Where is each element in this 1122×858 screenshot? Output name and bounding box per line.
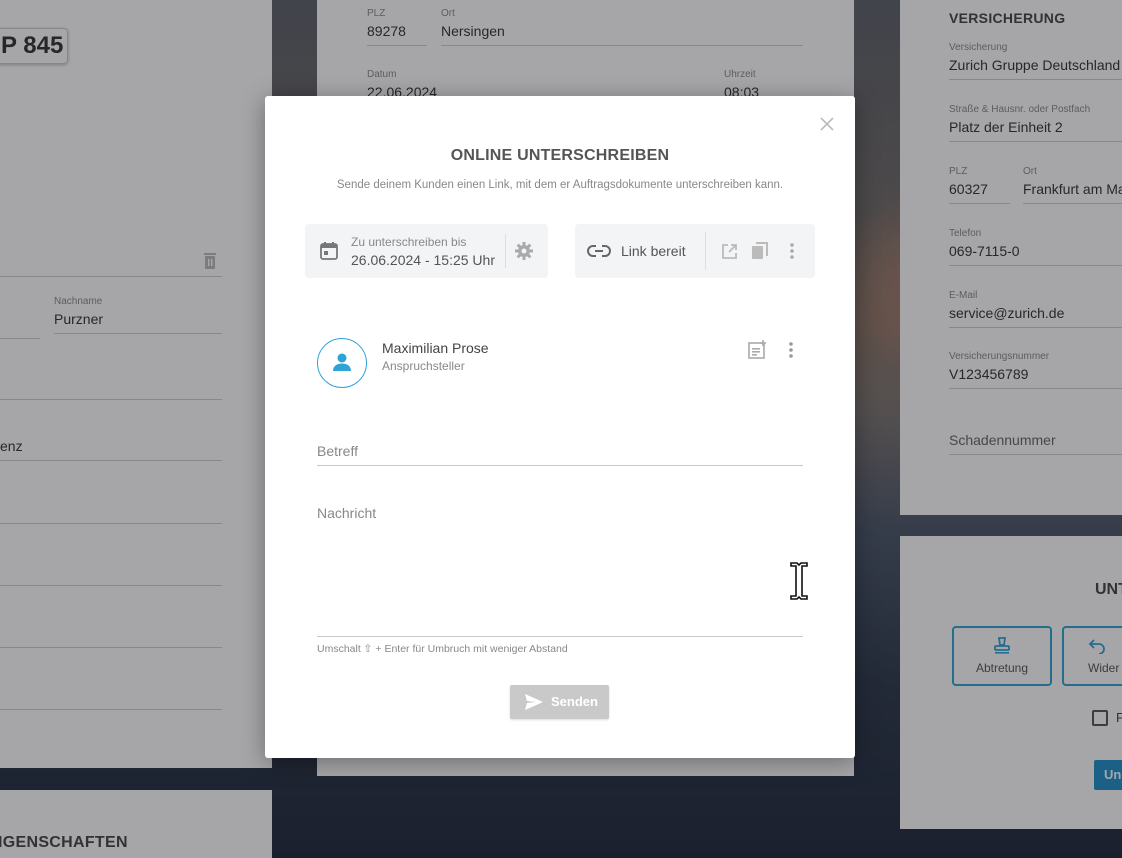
nachricht-textarea[interactable]: Nachricht xyxy=(317,498,803,637)
person-icon xyxy=(333,353,351,371)
nachricht-placeholder: Nachricht xyxy=(317,505,377,521)
betreff-placeholder: Betreff xyxy=(317,443,358,459)
send-label: Senden xyxy=(551,694,598,709)
deadline-label: Zu unterschreiben bis xyxy=(351,235,467,249)
signer-role: Anspruchsteller xyxy=(382,359,465,373)
link-box: Link bereit xyxy=(575,224,815,278)
add-document-icon[interactable] xyxy=(747,340,767,360)
gear-icon[interactable] xyxy=(514,241,534,261)
link-status: Link bereit xyxy=(621,243,686,259)
modal-subtitle: Sende deinem Kunden einen Link, mit dem … xyxy=(336,179,784,191)
divider xyxy=(505,234,506,268)
calendar-icon xyxy=(320,242,338,260)
avatar xyxy=(317,338,367,388)
send-icon xyxy=(525,694,543,710)
divider xyxy=(705,232,706,270)
copy-icon[interactable] xyxy=(751,242,769,260)
online-sign-modal: ONLINE UNTERSCHREIBEN Sende deinem Kunde… xyxy=(265,96,855,758)
text-cursor-icon xyxy=(790,562,808,600)
modal-title: ONLINE UNTERSCHREIBEN xyxy=(450,147,670,164)
send-button[interactable]: Senden xyxy=(510,685,609,719)
close-icon[interactable] xyxy=(819,116,835,132)
betreff-input[interactable]: Betreff xyxy=(317,436,803,466)
hint-text: Umschalt ⇧ + Enter für Umbruch mit wenig… xyxy=(317,643,568,655)
deadline-value: 26.06.2024 - 15:25 Uhr xyxy=(351,252,495,268)
more-vertical-icon[interactable] xyxy=(789,242,795,260)
deadline-box[interactable]: Zu unterschreiben bis 26.06.2024 - 15:25… xyxy=(305,224,548,278)
open-external-icon[interactable] xyxy=(721,243,738,260)
signer-more-icon[interactable] xyxy=(788,341,794,359)
signer-name: Maximilian Prose xyxy=(382,340,489,356)
link-icon xyxy=(587,245,611,257)
